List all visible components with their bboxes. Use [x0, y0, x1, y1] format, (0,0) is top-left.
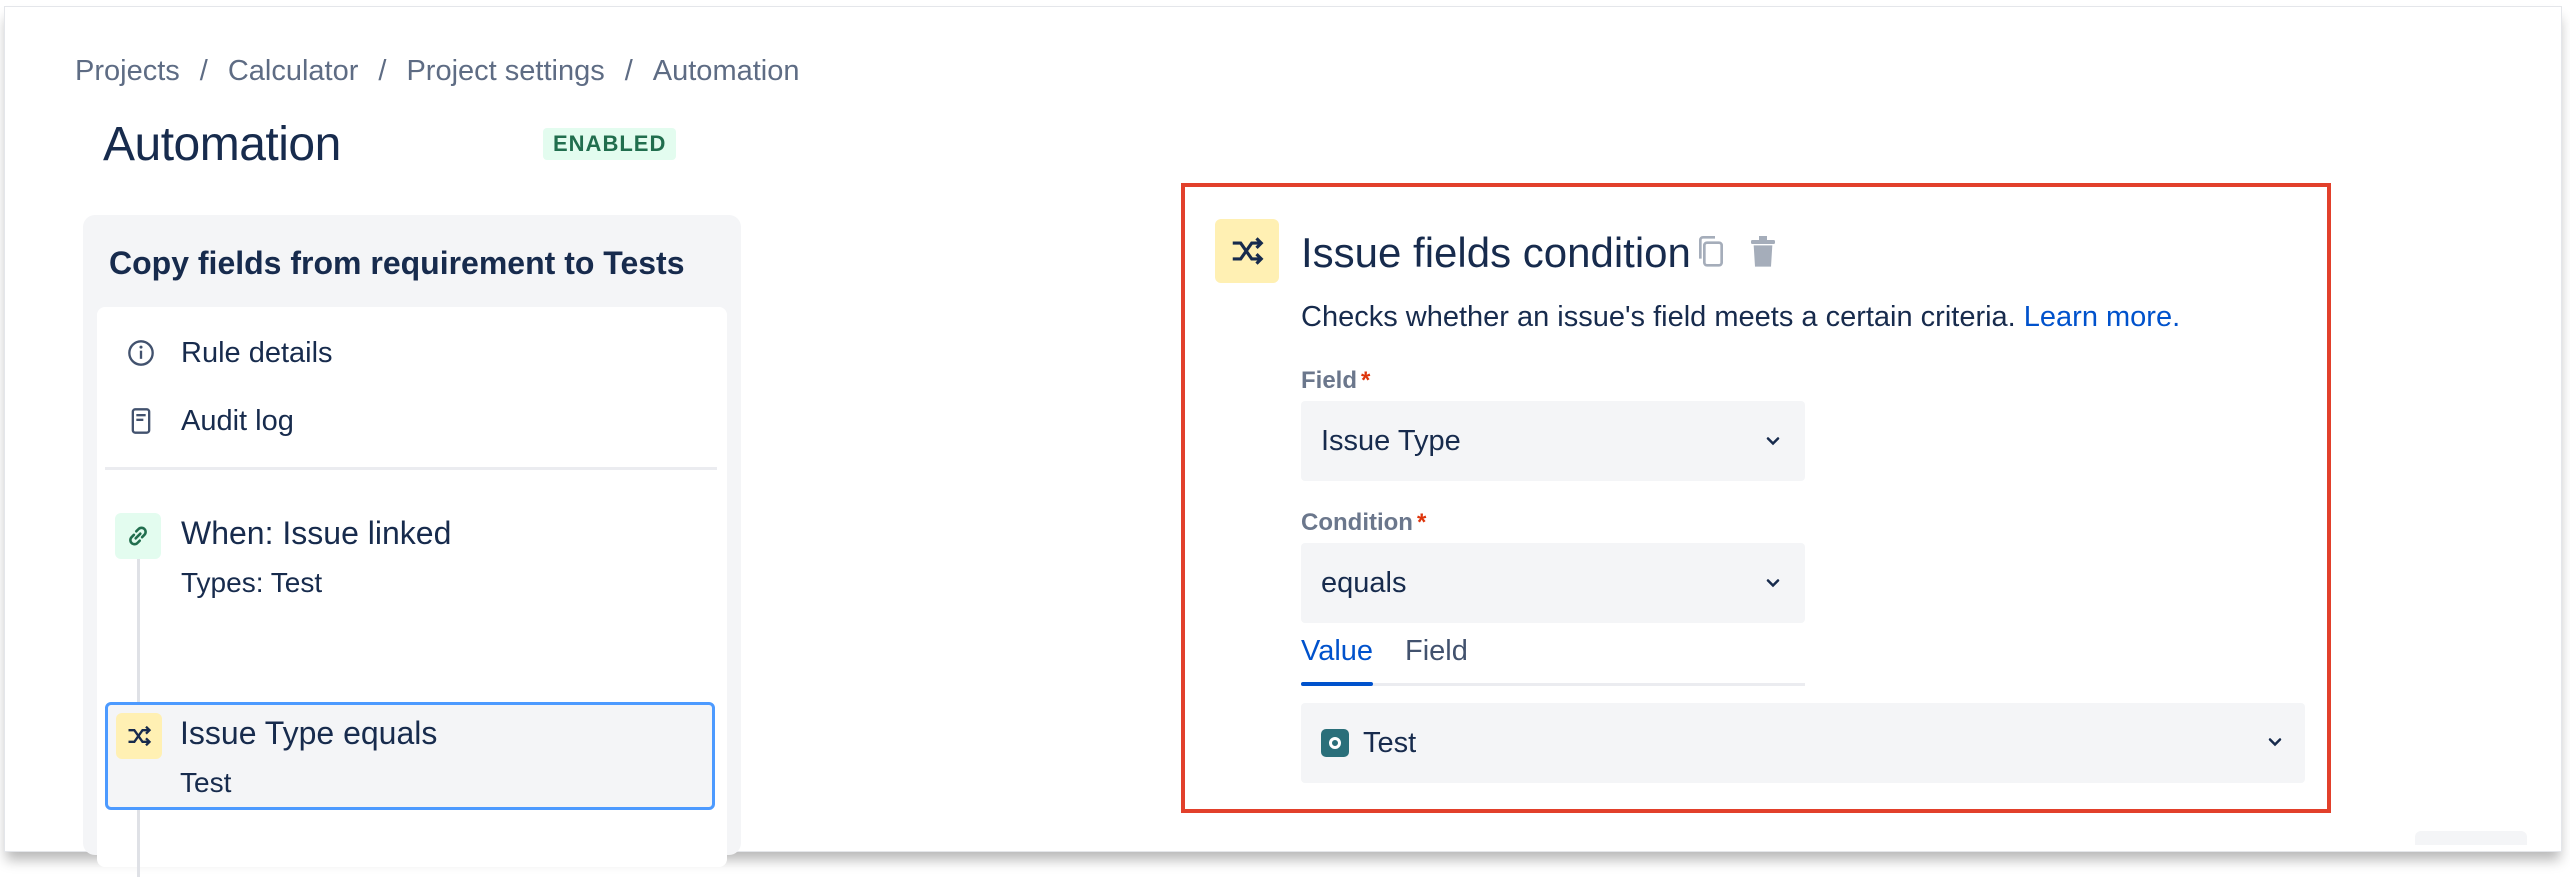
field-select[interactable]: Issue Type [1301, 401, 1805, 481]
value-select[interactable]: Test [1301, 703, 2305, 783]
tab-underline [1301, 683, 1805, 686]
condition-select[interactable]: equals [1301, 543, 1805, 623]
breadcrumb-project-settings[interactable]: Project settings [406, 55, 604, 88]
shuffle-icon [1215, 219, 1279, 283]
condition-card-selected[interactable]: Issue Type equals Test [105, 702, 715, 810]
page-title: Automation [103, 118, 341, 171]
status-badge: ENABLED [543, 128, 677, 160]
chevron-down-icon [1761, 571, 1785, 595]
rule-name: Copy fields from requirement to Tests [109, 245, 685, 281]
tab-value[interactable]: Value [1301, 635, 1373, 668]
tab-field[interactable]: Field [1405, 635, 1468, 668]
rule-card: Rule details Audit log When: Issue linke… [97, 307, 727, 877]
test-issue-type-icon [1321, 729, 1349, 757]
config-actions [1693, 233, 1781, 271]
breadcrumb: Projects / Calculator / Project settings… [75, 55, 800, 88]
config-description: Checks whether an issue's field meets a … [1301, 301, 2181, 333]
value-field-tabs: Value Field [1301, 635, 1805, 686]
tab-active-indicator [1301, 682, 1373, 686]
trigger-subtitle: Types: Test [181, 567, 323, 598]
breadcrumb-projects[interactable]: Projects [75, 55, 180, 88]
app-frame: Projects / Calculator / Project settings… [4, 6, 2562, 877]
condition-title: Issue Type equals [180, 715, 438, 751]
chevron-down-icon [1761, 429, 1785, 453]
shuffle-icon [116, 713, 162, 759]
condition-config-panel: Issue fields condition Checks whether an… [1181, 183, 2331, 813]
trash-icon[interactable] [1745, 233, 1781, 271]
audit-log-link[interactable]: Audit log [127, 401, 294, 441]
chevron-down-icon [2265, 727, 2285, 760]
info-icon [127, 339, 155, 367]
faint-element [2415, 831, 2527, 845]
config-title: Issue fields condition [1301, 229, 1691, 276]
trigger-title[interactable]: When: Issue linked [181, 515, 451, 552]
breadcrumb-calculator[interactable]: Calculator [228, 55, 359, 88]
breadcrumb-automation[interactable]: Automation [653, 55, 800, 88]
rule-details-label: Rule details [181, 336, 333, 369]
field-label: Field * [1301, 367, 1371, 394]
divider [105, 467, 717, 470]
copy-icon[interactable] [1693, 233, 1729, 271]
rule-panel: Copy fields from requirement to Tests Ru… [83, 215, 741, 877]
document-icon [127, 407, 155, 435]
link-icon [115, 513, 161, 559]
learn-more-link[interactable]: Learn more. [2024, 301, 2180, 333]
condition-subtitle: Test [180, 767, 232, 798]
condition-label: Condition * [1301, 509, 1427, 536]
rule-details-link[interactable]: Rule details [127, 333, 333, 373]
audit-log-label: Audit log [181, 404, 294, 437]
